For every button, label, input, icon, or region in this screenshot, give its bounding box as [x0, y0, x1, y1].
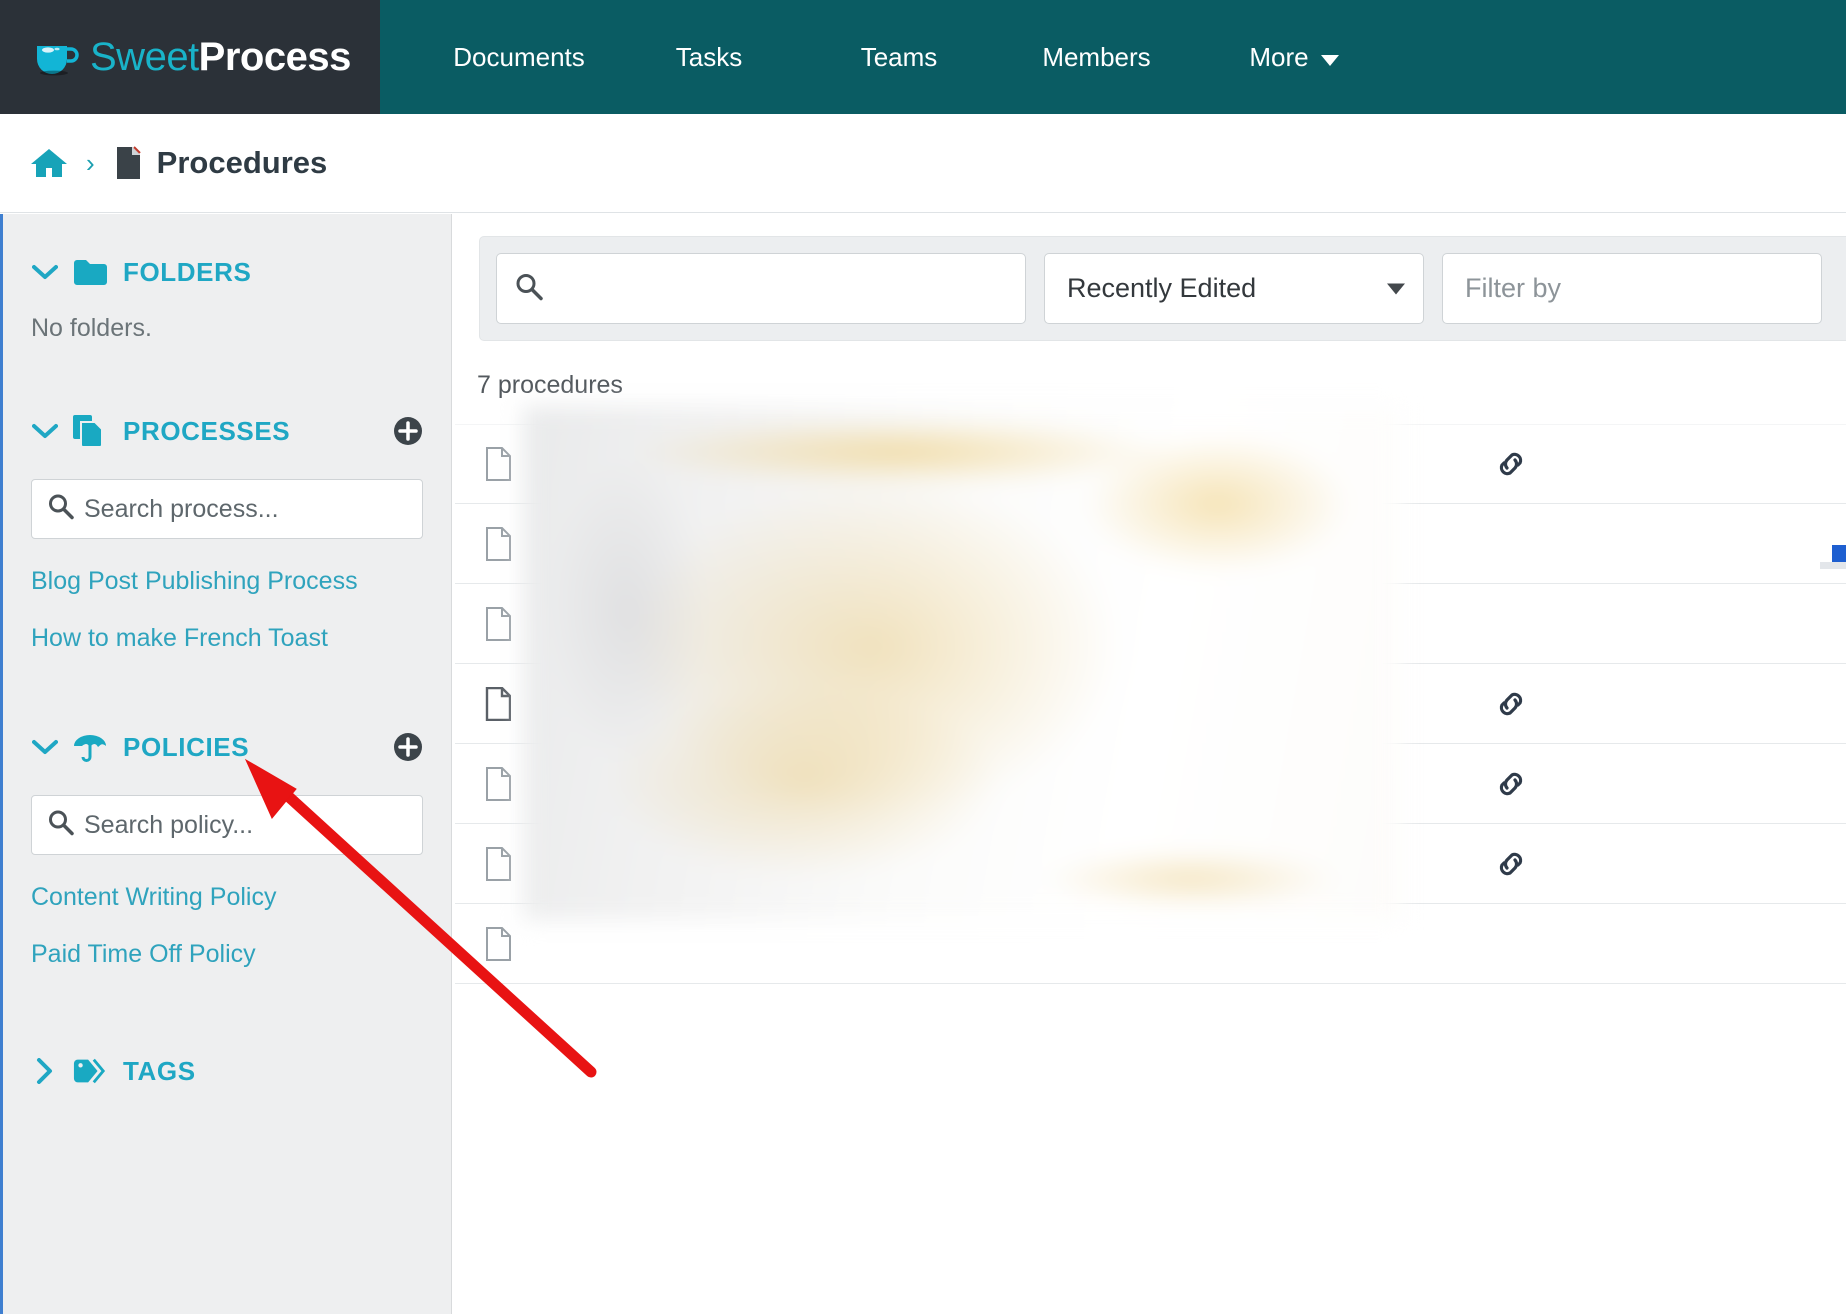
copy-documents-icon	[73, 415, 107, 447]
sort-select-value: Recently Edited	[1067, 273, 1257, 303]
sidebar-process-item-1[interactable]: How to make French Toast	[31, 624, 423, 653]
policies-header[interactable]: POLICIES	[31, 719, 423, 775]
folders-header[interactable]: FOLDERS	[31, 244, 423, 300]
tags-header[interactable]: TAGS	[31, 1043, 423, 1099]
chevron-right-icon[interactable]	[31, 1058, 59, 1084]
chevron-down-icon	[1320, 54, 1339, 66]
home-icon[interactable]	[30, 147, 68, 179]
umbrella-icon	[73, 732, 107, 762]
brand-sweet: Sweet	[90, 34, 199, 79]
document-icon	[486, 526, 511, 561]
policies-label: POLICIES	[123, 731, 250, 762]
nav-item-documents[interactable]: Documents	[424, 0, 614, 114]
process-search-input[interactable]: Search process...	[31, 479, 423, 539]
nav-items: Documents Tasks Teams Members More	[380, 0, 1846, 114]
scrollbar-track	[1820, 562, 1846, 569]
list-toolbar: Recently Edited Filter by	[479, 236, 1846, 341]
brand-logo[interactable]: SweetProcess	[0, 0, 380, 114]
tag-icon	[73, 1058, 107, 1084]
procedure-search-box[interactable]	[496, 253, 1026, 324]
brand-process: Process	[198, 34, 352, 79]
document-icon	[486, 606, 511, 641]
nav-item-tasks[interactable]: Tasks	[614, 0, 804, 114]
chevron-down-icon[interactable]	[31, 264, 59, 280]
sort-select[interactable]: Recently Edited	[1044, 253, 1424, 324]
nav-item-more-label: More	[1249, 41, 1309, 72]
process-search-placeholder: Search process...	[84, 494, 279, 523]
policy-search-input[interactable]: Search policy...	[31, 795, 423, 855]
sidebar-section-folders: FOLDERS No folders.	[3, 214, 451, 343]
search-icon	[48, 494, 74, 525]
sidebar-process-item-0[interactable]: Blog Post Publishing Process	[31, 567, 423, 596]
document-icon	[486, 766, 511, 801]
table-row[interactable]	[455, 744, 1846, 824]
search-icon	[515, 272, 543, 305]
policy-search-placeholder: Search policy...	[84, 810, 254, 839]
document-icon	[486, 846, 511, 881]
document-icon	[116, 146, 141, 179]
chevron-down-icon	[1387, 283, 1405, 294]
breadcrumb: › Procedures	[0, 114, 1846, 213]
app-root: SweetProcess Documents Tasks Teams Membe…	[0, 0, 1846, 1314]
document-icon	[486, 926, 511, 961]
table-row[interactable]	[455, 664, 1846, 744]
procedure-count: 7 procedures	[477, 371, 623, 399]
sidebar-section-tags: TAGS	[3, 969, 451, 1099]
plus-circle-icon[interactable]	[393, 732, 423, 762]
coffee-cup-icon	[37, 46, 79, 76]
document-icon	[485, 686, 511, 721]
folders-empty-text: No folders.	[31, 314, 152, 342]
chevron-down-icon[interactable]	[31, 423, 59, 439]
nav-item-teams[interactable]: Teams	[804, 0, 994, 114]
search-icon	[48, 810, 74, 841]
breadcrumb-separator: ›	[86, 147, 95, 178]
table-row[interactable]	[455, 824, 1846, 904]
link-icon[interactable]	[1494, 847, 1528, 881]
filter-input[interactable]: Filter by	[1442, 253, 1822, 324]
processes-label: PROCESSES	[123, 415, 291, 446]
link-icon[interactable]	[1494, 687, 1528, 721]
link-icon[interactable]	[1494, 447, 1528, 481]
sidebar: FOLDERS No folders. PROCESSES Search pro…	[0, 214, 452, 1314]
sidebar-section-policies: POLICIES Search policy... Content Writin…	[3, 653, 451, 969]
table-row[interactable]	[455, 904, 1846, 984]
processes-header[interactable]: PROCESSES	[31, 403, 423, 459]
link-icon[interactable]	[1494, 767, 1528, 801]
sidebar-section-processes: PROCESSES Search process... Blog Post Pu…	[3, 343, 451, 653]
plus-circle-icon[interactable]	[393, 416, 423, 446]
tags-label: TAGS	[123, 1055, 196, 1086]
brand-text: SweetProcess	[90, 35, 351, 80]
nav-item-members[interactable]: Members	[994, 0, 1199, 114]
search-input[interactable]	[553, 274, 993, 303]
folders-label: FOLDERS	[123, 256, 252, 287]
chevron-down-icon[interactable]	[31, 739, 59, 755]
top-navigation-bar: SweetProcess Documents Tasks Teams Membe…	[0, 0, 1846, 114]
table-row[interactable]	[455, 584, 1846, 664]
document-icon	[486, 447, 511, 481]
nav-item-more[interactable]: More	[1199, 0, 1389, 114]
table-row[interactable]	[455, 424, 1846, 504]
sidebar-policy-item-0[interactable]: Content Writing Policy	[31, 883, 423, 912]
procedure-list	[455, 424, 1846, 984]
sidebar-policy-item-1[interactable]: Paid Time Off Policy	[31, 940, 423, 969]
page-title: Procedures	[156, 145, 328, 180]
folder-icon	[73, 259, 107, 286]
main-content: Recently Edited Filter by 7 procedures	[455, 214, 1846, 1314]
table-row[interactable]	[455, 504, 1846, 584]
filter-placeholder: Filter by	[1465, 273, 1562, 303]
